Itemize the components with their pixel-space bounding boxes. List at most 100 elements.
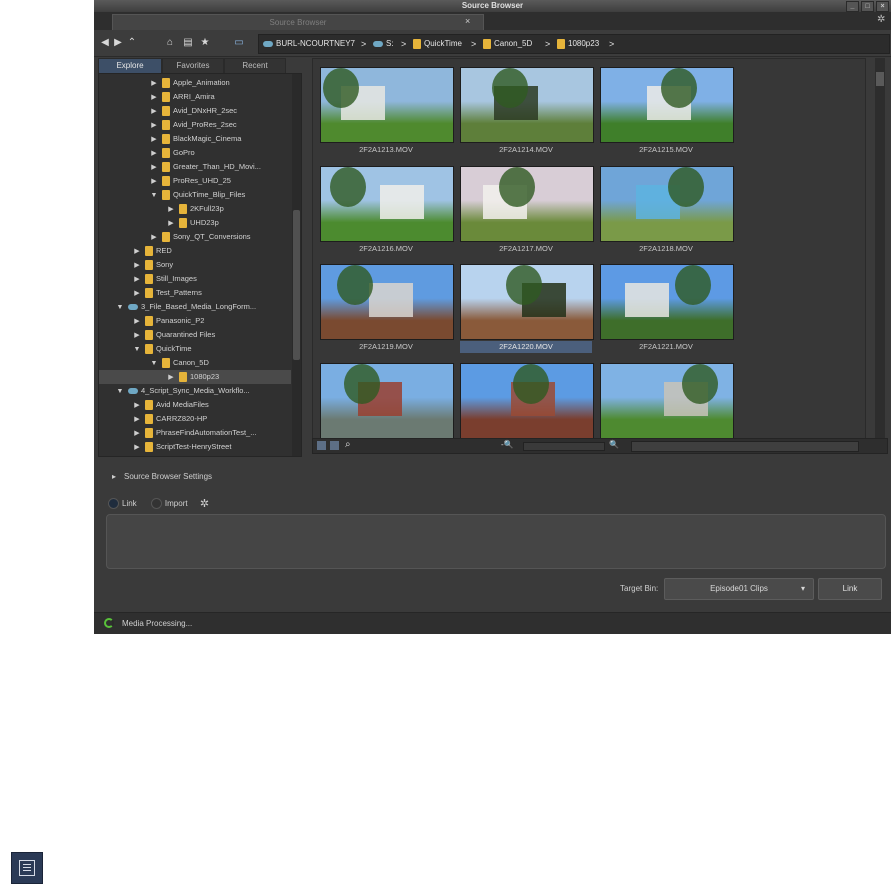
import-radio[interactable]: Import: [150, 498, 188, 509]
source-browser-settings-toggle[interactable]: ▸ Source Browser Settings: [112, 472, 212, 481]
clip-preview-image[interactable]: [600, 67, 734, 143]
tree-item[interactable]: ▶ ScriptTest-HenryStreet: [99, 440, 291, 454]
tree-item[interactable]: ▶ 1080p23: [99, 370, 291, 384]
clip-preview-image[interactable]: [460, 166, 594, 242]
tree-item[interactable]: ▶ GoPro: [99, 146, 291, 160]
grid-scrollbar-thumb[interactable]: [876, 72, 884, 86]
expand-right-arrow-icon[interactable]: ▶: [150, 147, 158, 161]
horizontal-scrollbar[interactable]: [631, 441, 859, 452]
clip-thumbnail[interactable]: 2F2A1213.MOV: [320, 67, 454, 156]
tree-item[interactable]: ▶ ARRI_Amira: [99, 90, 291, 104]
tree-item[interactable]: ▶ ProRes_UHD_25: [99, 174, 291, 188]
clip-preview-image[interactable]: [320, 67, 454, 143]
home-icon[interactable]: ⌂: [164, 37, 176, 49]
expand-right-arrow-icon[interactable]: ▶: [133, 273, 141, 287]
grid-vertical-scrollbar[interactable]: [875, 58, 885, 438]
clip-thumbnail[interactable]: [320, 363, 454, 439]
tab-explore[interactable]: Explore: [98, 58, 162, 74]
tree-item[interactable]: ▶ PhraseFindAutomationTest_...: [99, 426, 291, 440]
tree-item[interactable]: ▶ Avid_ProRes_2sec: [99, 118, 291, 132]
tree-item[interactable]: ▼ 4_Script_Sync_Media_Workflo...: [99, 384, 291, 398]
expand-right-arrow-icon[interactable]: ▶: [133, 413, 141, 427]
expand-right-arrow-icon[interactable]: ▶: [167, 203, 175, 217]
tree-item[interactable]: ▶ BlackMagic_Cinema: [99, 132, 291, 146]
maximize-button[interactable]: □: [861, 1, 874, 12]
expand-right-arrow-icon[interactable]: ▶: [133, 315, 141, 329]
minimize-button[interactable]: _: [846, 1, 859, 12]
tree-item[interactable]: ▶ 2KFull23p: [99, 202, 291, 216]
tab-source-browser[interactable]: Source Browser: [112, 14, 484, 31]
window-titlebar[interactable]: Source Browser _ □ ×: [94, 0, 891, 12]
clip-preview-image[interactable]: [320, 166, 454, 242]
expand-right-arrow-icon[interactable]: ▶: [150, 91, 158, 105]
tree-scrollbar-thumb[interactable]: [293, 210, 300, 360]
breadcrumb-item-quicktime[interactable]: QuickTime: [413, 35, 462, 53]
tree-item[interactable]: ▼ Canon_5D: [99, 356, 291, 370]
clip-thumbnail[interactable]: [460, 363, 594, 439]
expand-right-arrow-icon[interactable]: ▶: [167, 217, 175, 231]
tree-item[interactable]: ▼ 3_File_Based_Media_LongForm...: [99, 300, 291, 314]
tree-item[interactable]: ▶ RED: [99, 244, 291, 258]
tree-item[interactable]: ▶ Still_Images: [99, 272, 291, 286]
link-radio[interactable]: Link: [108, 498, 137, 509]
expand-right-arrow-icon[interactable]: ▶: [150, 133, 158, 147]
expand-right-arrow-icon[interactable]: ▶: [133, 287, 141, 301]
back-icon[interactable]: ◀: [100, 37, 110, 49]
tree-scrollbar[interactable]: [292, 74, 301, 456]
clip-preview-image[interactable]: [600, 166, 734, 242]
clip-thumbnail[interactable]: 2F2A1219.MOV: [320, 264, 454, 353]
tree-item[interactable]: ▶ Greater_Than_HD_Movi...: [99, 160, 291, 174]
expand-right-arrow-icon[interactable]: ▶: [150, 231, 158, 245]
tab-close-icon[interactable]: ×: [465, 14, 477, 28]
expand-right-arrow-icon[interactable]: ▶: [133, 399, 141, 413]
clip-preview-image[interactable]: [600, 363, 734, 439]
up-folder-icon[interactable]: ⌃: [126, 37, 138, 49]
close-button[interactable]: ×: [876, 1, 889, 12]
tree-item[interactable]: ▶ Avid_DNxHR_2sec: [99, 104, 291, 118]
breadcrumb-item-1080p23[interactable]: 1080p23: [557, 35, 599, 53]
target-bin-select[interactable]: Episode01 Clips ▾: [664, 578, 814, 600]
expand-down-arrow-icon[interactable]: ▼: [150, 357, 158, 371]
expand-right-arrow-icon[interactable]: ▶: [150, 119, 158, 133]
list-view-icon[interactable]: [11, 852, 43, 884]
clip-preview-image[interactable]: [460, 67, 594, 143]
clip-preview-image[interactable]: [460, 363, 594, 439]
clip-thumbnail[interactable]: 2F2A1220.MOV: [460, 264, 594, 353]
zoom-in-icon[interactable]: 🔍: [609, 440, 619, 449]
tab-settings-gear-icon[interactable]: ✲: [877, 15, 887, 25]
tree-item[interactable]: ▶ Sony_QT_Conversions: [99, 230, 291, 244]
zoom-out-icon[interactable]: -🔍: [501, 440, 514, 449]
clip-preview-image[interactable]: [320, 363, 454, 439]
clip-thumbnail[interactable]: 2F2A1217.MOV: [460, 166, 594, 255]
list-view-icon[interactable]: [317, 441, 326, 450]
expand-down-arrow-icon[interactable]: ▼: [133, 343, 141, 357]
tree-item[interactable]: ▶ Avid MediaFiles: [99, 398, 291, 412]
expand-down-arrow-icon[interactable]: ▼: [150, 189, 158, 203]
tree-item[interactable]: ▶ Test_Patterns: [99, 286, 291, 300]
tree-item[interactable]: ▶ UHD23p: [99, 216, 291, 230]
expand-right-arrow-icon[interactable]: ▶: [133, 329, 141, 343]
clip-thumbnail[interactable]: 2F2A1218.MOV: [600, 166, 734, 255]
clip-thumbnail[interactable]: 2F2A1221.MOV: [600, 264, 734, 353]
tree-item[interactable]: ▶ Apple_Animation: [99, 76, 291, 90]
tab-favorites[interactable]: Favorites: [162, 58, 224, 74]
clip-thumbnail[interactable]: [600, 363, 734, 439]
breadcrumb-item-canon-5d[interactable]: Canon_5D: [483, 35, 532, 53]
search-icon[interactable]: ⌕: [345, 439, 351, 450]
tree-item[interactable]: ▼ QuickTime: [99, 342, 291, 356]
link-button[interactable]: Link: [818, 578, 882, 600]
expand-down-arrow-icon[interactable]: ▼: [116, 385, 124, 399]
expand-right-arrow-icon[interactable]: ▶: [150, 77, 158, 91]
expand-right-arrow-icon[interactable]: ▶: [133, 259, 141, 273]
clip-thumbnail[interactable]: 2F2A1214.MOV: [460, 67, 594, 156]
view-toggle-icon[interactable]: ▭: [232, 37, 246, 49]
clip-thumbnail[interactable]: 2F2A1216.MOV: [320, 166, 454, 255]
clip-preview-image[interactable]: [460, 264, 594, 340]
zoom-slider[interactable]: [523, 442, 605, 451]
bookmark-list-icon[interactable]: ▤: [182, 37, 194, 49]
expand-right-arrow-icon[interactable]: ▶: [133, 441, 141, 455]
tree-item[interactable]: ▶ Quarantined Files: [99, 328, 291, 342]
tree-item[interactable]: ▶ CARRZ820-HP: [99, 412, 291, 426]
tab-recent[interactable]: Recent: [224, 58, 286, 74]
clip-preview-image[interactable]: [320, 264, 454, 340]
